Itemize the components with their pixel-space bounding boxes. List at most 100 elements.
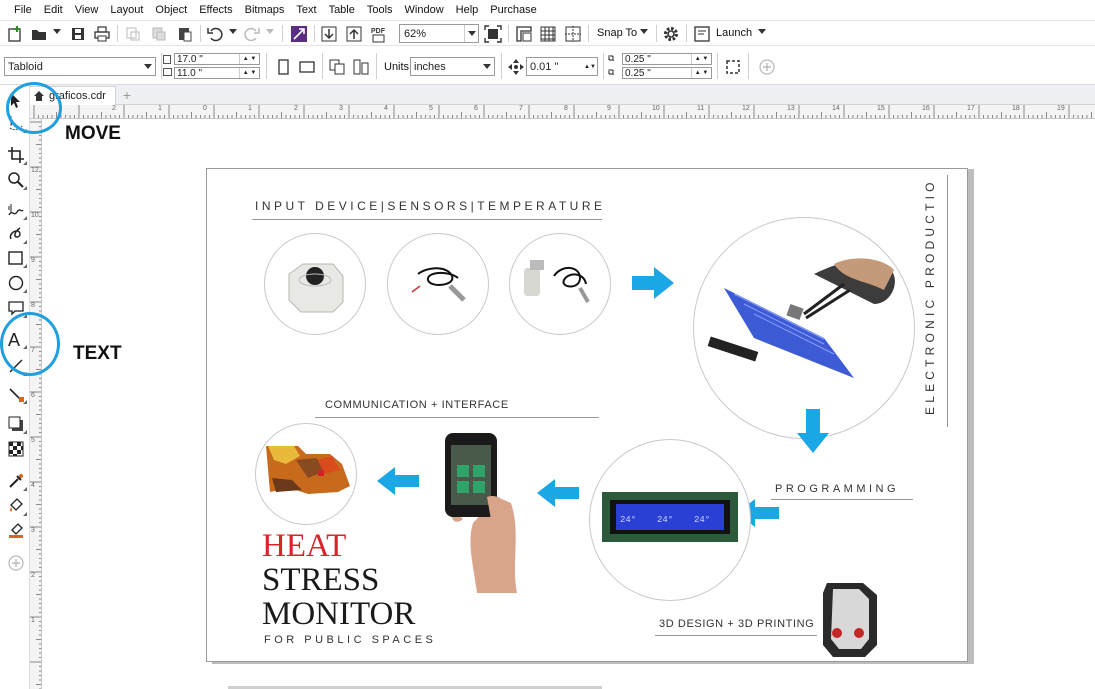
rectangle-tool-icon[interactable]: [5, 247, 27, 269]
grid-icon[interactable]: [537, 23, 559, 44]
heading-subtitle[interactable]: FOR PUBLIC SPACES: [264, 634, 436, 646]
treat-as-filled-icon[interactable]: [722, 56, 744, 77]
menu-tools[interactable]: Tools: [361, 4, 399, 16]
open-dropdown-icon[interactable]: [53, 29, 61, 34]
export-icon[interactable]: [343, 23, 365, 44]
menu-bitmaps[interactable]: Bitmaps: [239, 4, 291, 16]
drop-shadow-icon[interactable]: [5, 413, 27, 435]
programming-label[interactable]: PROGRAMMING: [775, 483, 899, 495]
menu-edit[interactable]: Edit: [38, 4, 69, 16]
electronic-production-label[interactable]: ELECTRONIC PRODUCTION: [920, 165, 940, 419]
smart-fill-icon[interactable]: [5, 519, 27, 541]
add-tab-icon[interactable]: +: [120, 88, 134, 102]
menu-effects[interactable]: Effects: [193, 4, 238, 16]
input-section-title[interactable]: INPUT DEVICE|SENSORS|TEMPERATURE: [255, 199, 606, 213]
rulers-icon[interactable]: [513, 23, 535, 44]
launch-dropdown-icon[interactable]: [758, 29, 766, 34]
crop-tool-icon[interactable]: [5, 144, 27, 166]
launch-button[interactable]: Launch: [716, 27, 752, 39]
nudge-distance-value: 0.01 ": [530, 60, 559, 73]
programming-circle[interactable]: 24° 24° 24°: [589, 439, 751, 601]
print-icon[interactable]: [91, 23, 113, 44]
options-gear-icon[interactable]: [660, 23, 682, 44]
connector-tool-icon[interactable]: [5, 383, 27, 405]
stepper-icon[interactable]: ▲ ▼: [239, 68, 259, 78]
add-tool-icon[interactable]: [5, 552, 27, 574]
zoom-level-combo[interactable]: 62%: [399, 24, 479, 43]
menu-purchase[interactable]: Purchase: [484, 4, 542, 16]
chevron-down-icon[interactable]: [481, 58, 493, 75]
3d-design-label[interactable]: 3D DESIGN + 3D PRINTING: [659, 618, 814, 630]
electronic-production-circle[interactable]: [693, 217, 915, 439]
save-icon[interactable]: [67, 23, 89, 44]
duplicate-y-field[interactable]: 0.25 " ▲ ▼: [622, 67, 712, 79]
redo-icon[interactable]: [241, 23, 263, 44]
zoom-tool-icon[interactable]: [5, 169, 27, 191]
interactive-fill-icon[interactable]: [5, 495, 27, 517]
page-height-field[interactable]: 11.0 " ▲ ▼: [174, 67, 260, 79]
add-icon[interactable]: [756, 56, 778, 77]
separator: [717, 53, 718, 79]
poster-page[interactable]: INPUT DEVICE|SENSORS|TEMPERATURE ELECTRO…: [206, 165, 968, 662]
duplicate-x-field[interactable]: 0.25 " ▲ ▼: [622, 53, 712, 65]
move-highlight-circle: [6, 82, 62, 134]
portrait-icon[interactable]: [272, 56, 294, 77]
import-icon[interactable]: [318, 23, 340, 44]
input-device-circle[interactable]: [264, 233, 366, 335]
stepper-icon[interactable]: ▲ ▼: [239, 54, 259, 64]
open-icon[interactable]: [28, 23, 50, 44]
paste-icon[interactable]: [174, 23, 196, 44]
3d-design-underline: [655, 635, 817, 636]
ellipse-tool-icon[interactable]: [5, 272, 27, 294]
artistic-media-icon[interactable]: [5, 223, 27, 245]
page-width-field[interactable]: 17.0 " ▲ ▼: [174, 53, 260, 65]
menu-view[interactable]: View: [69, 4, 105, 16]
launch-icon[interactable]: [691, 23, 713, 44]
snap-to-dropdown-icon[interactable]: [640, 29, 648, 34]
menu-help[interactable]: Help: [450, 4, 485, 16]
stepper-icon[interactable]: ▲ ▼: [691, 54, 711, 64]
menu-file[interactable]: File: [8, 4, 38, 16]
stepper-icon[interactable]: ▲ ▼: [691, 68, 711, 78]
temperature-circle[interactable]: [509, 233, 611, 335]
communication-label[interactable]: COMMUNICATION + INTERFACE: [325, 399, 509, 411]
snap-to-button[interactable]: Snap To: [597, 27, 637, 39]
menu-layout[interactable]: Layout: [104, 4, 149, 16]
full-screen-icon[interactable]: [482, 23, 504, 44]
new-document-icon[interactable]: [4, 23, 26, 44]
corel-connect-icon[interactable]: [288, 23, 310, 44]
menu-object[interactable]: Object: [149, 4, 193, 16]
page-size-combo[interactable]: Tabloid: [4, 57, 156, 76]
units-combo[interactable]: inches: [410, 57, 495, 76]
undo-dropdown-icon[interactable]: [229, 29, 237, 34]
heading-monitor[interactable]: MONITOR: [262, 596, 415, 633]
svg-text:PDF: PDF: [371, 28, 386, 35]
vertical-ruler[interactable]: 12 10 9 8 7 6 5 4 3 2 1: [30, 119, 42, 689]
lcd-value: 24°: [620, 515, 636, 525]
cut-icon[interactable]: [122, 23, 144, 44]
heading-heat[interactable]: HEAT: [262, 528, 346, 565]
drawing-canvas[interactable]: INPUT DEVICE|SENSORS|TEMPERATURE ELECTRO…: [42, 119, 1095, 689]
guidelines-icon[interactable]: [562, 23, 584, 44]
undo-icon[interactable]: [204, 23, 226, 44]
transparency-icon[interactable]: [5, 438, 27, 460]
heading-stress[interactable]: STRESS: [262, 562, 379, 599]
sensor-circle[interactable]: [387, 233, 489, 335]
stepper-icon[interactable]: ▲▼: [584, 58, 596, 75]
chevron-down-icon[interactable]: [142, 58, 154, 75]
menu-table[interactable]: Table: [323, 4, 361, 16]
landscape-icon[interactable]: [296, 56, 318, 77]
nudge-distance-field[interactable]: 0.01 " ▲▼: [526, 57, 598, 76]
horizontal-ruler[interactable]: 2 1 0 1 2 3 4 5 6 7 8 9 10 11 12 13 14 1…: [30, 105, 1095, 119]
menu-text[interactable]: Text: [290, 4, 322, 16]
current-page-icon[interactable]: [350, 56, 372, 77]
all-pages-icon[interactable]: [326, 56, 348, 77]
heat-map-circle[interactable]: [255, 423, 357, 525]
publish-pdf-icon[interactable]: PDF: [368, 23, 390, 44]
copy-icon[interactable]: [148, 23, 170, 44]
menu-window[interactable]: Window: [399, 4, 450, 16]
eyedropper-icon[interactable]: [5, 470, 27, 492]
freehand-tool-icon[interactable]: [5, 199, 27, 221]
chevron-down-icon[interactable]: [464, 25, 478, 42]
redo-dropdown-icon[interactable]: [266, 29, 274, 34]
